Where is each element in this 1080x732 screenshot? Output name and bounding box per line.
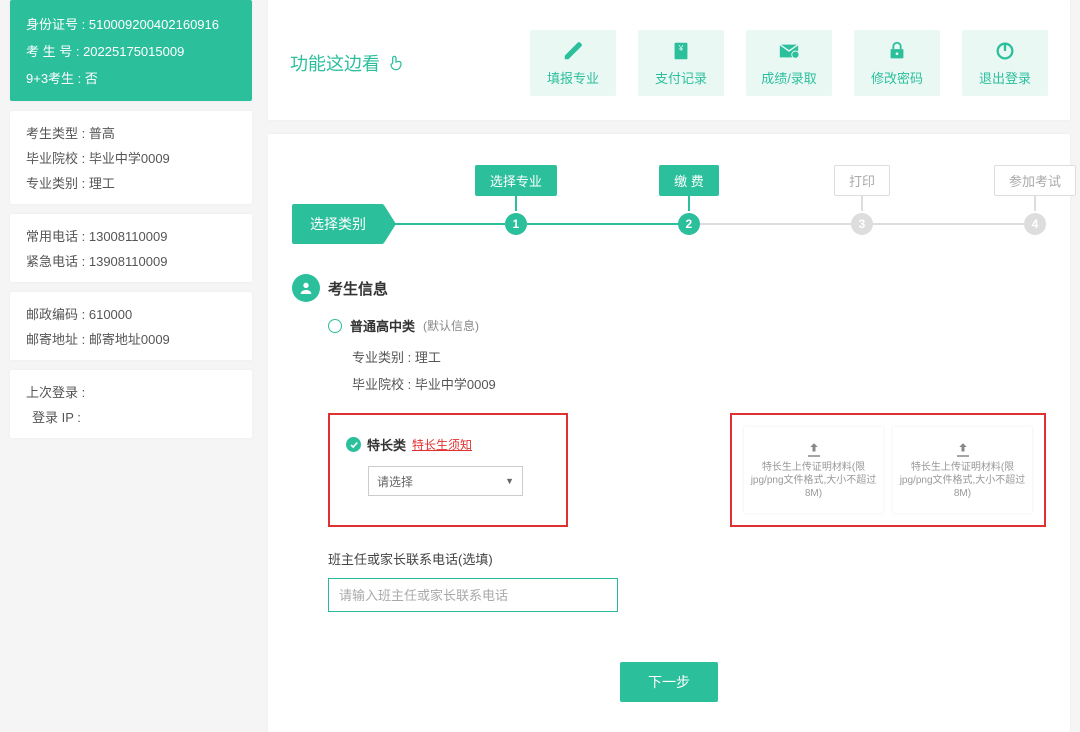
upload-icon: [954, 441, 972, 459]
info-card-1: 考生类型 : 普高 毕业院校 : 毕业中学0009 专业类别 : 理工: [10, 111, 252, 204]
lock-icon: [886, 40, 908, 62]
edit-icon: [562, 40, 584, 62]
svg-text:¥: ¥: [678, 44, 684, 53]
step-1-dot: 1: [505, 213, 527, 235]
radio-normal-highschool[interactable]: 普通高中类 (默认信息): [328, 316, 1046, 335]
info-card-3: 邮政编码 : 610000 邮寄地址 : 邮寄地址0009: [10, 292, 252, 360]
radio-icon: [328, 319, 342, 333]
func-logout[interactable]: 退出登录: [962, 30, 1048, 96]
info-card-2: 常用电话 : 13008110009 紧急电话 : 13908110009: [10, 214, 252, 282]
upload-icon: [805, 441, 823, 459]
special-category-box: 特长类 特长生须知 请选择 ▼: [328, 413, 568, 527]
step-start: 选择类别: [292, 204, 384, 244]
function-title: 功能这边看: [290, 50, 406, 76]
contact-input[interactable]: [328, 578, 618, 612]
id-label: 身份证号 :: [26, 17, 85, 32]
upload-box-group: 特长生上传证明材料(限jpg/png文件格式,大小不超过8M) 特长生上传证明材…: [730, 413, 1046, 527]
check-circle-icon[interactable]: [346, 437, 361, 452]
step-2-label: 缴 费: [659, 165, 719, 196]
id-value: 510009200402160916: [89, 17, 219, 32]
caret-down-icon: ▼: [505, 476, 514, 486]
step-3-label: 打印: [834, 165, 890, 196]
step-4-dot: 4: [1024, 213, 1046, 235]
special-notice-link[interactable]: 特长生须知: [412, 436, 472, 453]
person-icon: [292, 274, 320, 302]
envelope-icon: [778, 40, 800, 62]
info-card-4: 上次登录 : 登录 IP :: [10, 370, 252, 438]
nine-three-value: 否: [85, 71, 98, 86]
func-pay-record[interactable]: ¥ 支付记录: [638, 30, 724, 96]
power-icon: [994, 40, 1016, 62]
func-grade[interactable]: 成绩/录取: [746, 30, 832, 96]
profile-card: 身份证号 : 510009200402160916 考 生 号 : 202251…: [10, 0, 252, 101]
section-header: 考生信息: [292, 274, 1046, 302]
step-2-dot: 2: [678, 213, 700, 235]
function-bar: 功能这边看 填报专业 ¥ 支付记录 成绩/录取 修改密码: [268, 0, 1070, 120]
upload-proof-2[interactable]: 特长生上传证明材料(限jpg/png文件格式,大小不超过8M): [893, 427, 1032, 513]
contact-label: 班主任或家长联系电话(选填): [328, 549, 1046, 568]
exam-no-label: 考 生 号 :: [26, 44, 79, 59]
func-fill-major[interactable]: 填报专业: [530, 30, 616, 96]
main-panel: 选择类别 选择专业 1 缴 费 2 打印 3 参加考试: [268, 134, 1070, 732]
money-doc-icon: ¥: [670, 40, 692, 62]
step-4-label: 参加考试: [994, 165, 1076, 196]
func-password[interactable]: 修改密码: [854, 30, 940, 96]
progress-steps: 选择类别 选择专业 1 缴 费 2 打印 3 参加考试: [292, 204, 1046, 244]
special-select[interactable]: 请选择 ▼: [368, 466, 523, 496]
step-1-label: 选择专业: [475, 165, 557, 196]
upload-proof-1[interactable]: 特长生上传证明材料(限jpg/png文件格式,大小不超过8M): [744, 427, 883, 513]
hand-point-icon: [386, 53, 406, 73]
next-button[interactable]: 下一步: [620, 662, 718, 702]
step-3-dot: 3: [851, 213, 873, 235]
exam-no-value: 20225175015009: [83, 44, 184, 59]
nine-three-label: 9+3考生 :: [26, 71, 81, 86]
